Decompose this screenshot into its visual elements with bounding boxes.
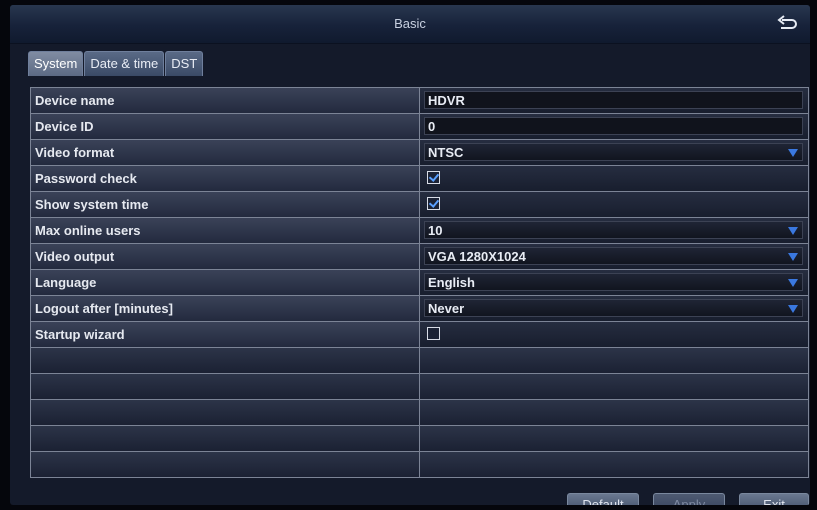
logout-after-minutes-dropdown[interactable]: Never — [424, 299, 803, 317]
setting-value-cell — [420, 322, 809, 347]
setting-value-cell: English — [420, 270, 809, 295]
setting-row-show-system-time: Show system time — [31, 192, 809, 218]
default-button[interactable]: Default — [567, 493, 639, 505]
max-online-users-dropdown[interactable]: 10 — [424, 221, 803, 239]
video-format-dropdown[interactable]: NTSC — [424, 143, 803, 161]
tab-date-time[interactable]: Date & time — [84, 51, 165, 76]
empty-cell — [420, 426, 809, 451]
empty-row — [31, 374, 809, 400]
setting-label: Language — [31, 270, 420, 295]
tab-bar: System Date & time DST — [28, 51, 204, 77]
empty-cell — [420, 348, 809, 373]
setting-value-cell: VGA 1280X1024 — [420, 244, 809, 269]
field-value: VGA 1280X1024 — [428, 249, 526, 264]
setting-value-cell: HDVR — [420, 88, 809, 113]
settings-window: Basic System Date & time DST Device name… — [10, 5, 810, 505]
empty-cell — [420, 452, 809, 477]
setting-row-video-format: Video format NTSC — [31, 140, 809, 166]
setting-value-cell — [420, 166, 809, 191]
empty-cell — [31, 374, 420, 399]
empty-cell — [31, 348, 420, 373]
setting-label: Device ID — [31, 114, 420, 139]
startup-wizard-checkbox[interactable] — [427, 327, 440, 340]
field-value: 10 — [428, 223, 443, 238]
device-id-input[interactable]: 0 — [424, 117, 803, 135]
empty-row — [31, 400, 809, 426]
empty-cell — [420, 374, 809, 399]
setting-value-cell — [420, 192, 809, 217]
field-value: Never — [428, 301, 465, 316]
empty-row — [31, 426, 809, 452]
show-system-time-checkbox[interactable] — [427, 197, 440, 210]
setting-label: Logout after [minutes] — [31, 296, 420, 321]
setting-label: Startup wizard — [31, 322, 420, 347]
dropdown-arrow-icon[interactable] — [788, 227, 798, 235]
exit-button[interactable]: Exit — [739, 493, 809, 505]
setting-row-video-output: Video output VGA 1280X1024 — [31, 244, 809, 270]
video-output-dropdown[interactable]: VGA 1280X1024 — [424, 247, 803, 265]
title-bar: Basic — [10, 5, 810, 44]
apply-button[interactable]: Apply — [653, 493, 725, 505]
return-arrow-icon[interactable] — [776, 14, 798, 32]
dropdown-arrow-icon[interactable] — [788, 279, 798, 287]
field-value: NTSC — [428, 145, 464, 160]
setting-row-password-check: Password check — [31, 166, 809, 192]
setting-value-cell: 10 — [420, 218, 809, 243]
setting-label: Password check — [31, 166, 420, 191]
empty-row — [31, 452, 809, 478]
setting-label: Video output — [31, 244, 420, 269]
setting-label: Max online users — [31, 218, 420, 243]
settings-table: Device name HDVR Device ID 0 Video format NTS… — [30, 87, 809, 478]
setting-value-cell: 0 — [420, 114, 809, 139]
tab-system[interactable]: System — [28, 51, 84, 76]
empty-row — [31, 348, 809, 374]
setting-row-device-name: Device name HDVR — [31, 88, 809, 114]
setting-label: Video format — [31, 140, 420, 165]
language-dropdown[interactable]: English — [424, 273, 803, 291]
field-value: 0 — [428, 119, 436, 134]
dropdown-arrow-icon[interactable] — [788, 253, 798, 261]
dropdown-arrow-icon[interactable] — [788, 305, 798, 313]
setting-value-cell: NTSC — [420, 140, 809, 165]
field-value: English — [428, 275, 475, 290]
tab-dst[interactable]: DST — [165, 51, 204, 76]
empty-cell — [420, 400, 809, 425]
setting-row-logout-after-minutes: Logout after [minutes] Never — [31, 296, 809, 322]
empty-cell — [31, 452, 420, 477]
dropdown-arrow-icon[interactable] — [788, 149, 798, 157]
setting-row-language: Language English — [31, 270, 809, 296]
device-name-input[interactable]: HDVR — [424, 91, 803, 109]
setting-row-device-id: Device ID 0 — [31, 114, 809, 140]
setting-row-startup-wizard: Startup wizard — [31, 322, 809, 348]
empty-cell — [31, 400, 420, 425]
setting-row-max-online-users: Max online users 10 — [31, 218, 809, 244]
setting-label: Show system time — [31, 192, 420, 217]
field-value: HDVR — [428, 93, 465, 108]
password-check-checkbox[interactable] — [427, 171, 440, 184]
setting-label: Device name — [31, 88, 420, 113]
window-title: Basic — [394, 16, 426, 31]
empty-cell — [31, 426, 420, 451]
setting-value-cell: Never — [420, 296, 809, 321]
